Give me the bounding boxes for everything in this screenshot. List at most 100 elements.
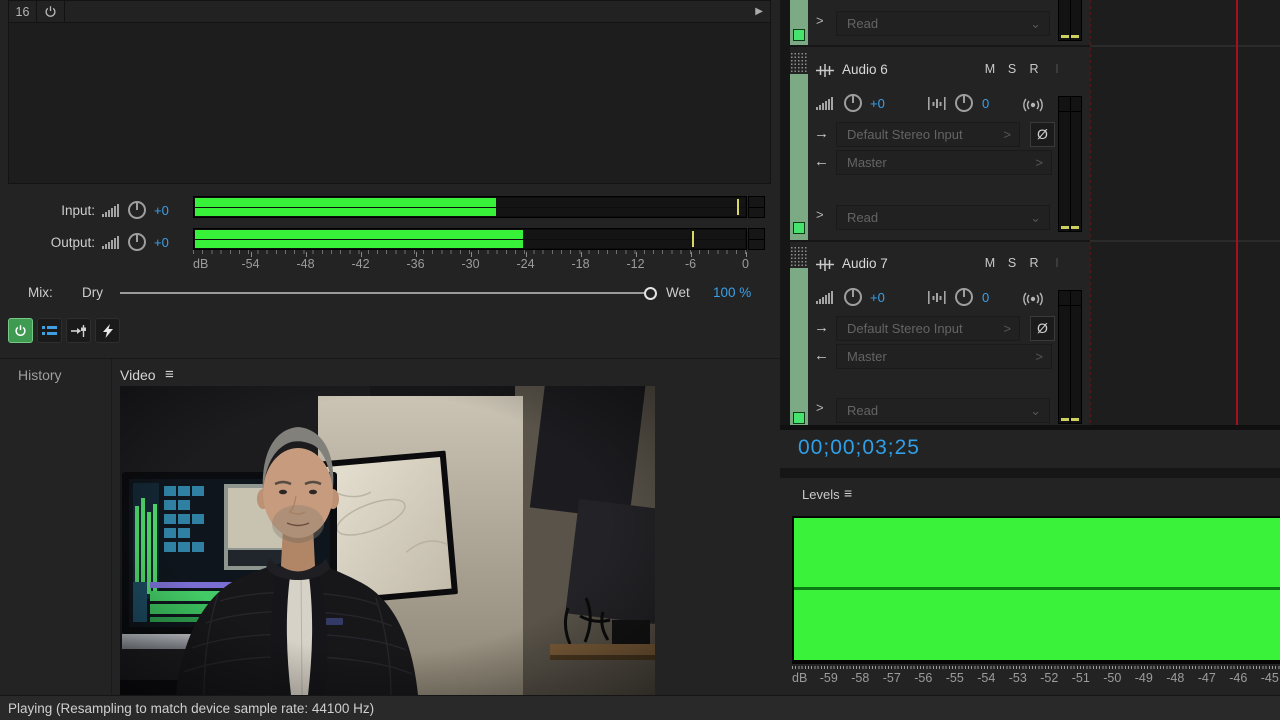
mute-button[interactable]: M bbox=[982, 62, 998, 76]
level-bars-icon bbox=[102, 236, 120, 249]
levels-panel-title[interactable]: Levels bbox=[802, 487, 840, 502]
meter-peak-dash bbox=[1061, 35, 1069, 38]
track-output-dropdown[interactable]: Master > bbox=[836, 344, 1052, 369]
presets-list-button[interactable] bbox=[37, 318, 62, 343]
video-panel-menu-icon[interactable]: ≡ bbox=[165, 366, 174, 383]
mix-wet-label: Wet bbox=[666, 285, 690, 300]
levels-panel: Levels ≡ dB -59 -58 -57 -56 -55 -54 -53 … bbox=[780, 478, 1280, 695]
track-output-dropdown[interactable]: Master > bbox=[836, 150, 1052, 175]
track-output-value: Master bbox=[847, 155, 887, 170]
track-color-strip[interactable] bbox=[790, 268, 808, 425]
pan-icon bbox=[928, 97, 946, 110]
no-input-monitor-button[interactable]: Ø bbox=[1030, 316, 1055, 341]
panel-divider bbox=[111, 359, 112, 696]
track-volume-knob[interactable] bbox=[842, 92, 864, 114]
effects-rack-slot-table: 16 ▶ bbox=[8, 0, 771, 184]
levels-meter-left-channel bbox=[794, 518, 1280, 587]
input-level-meter bbox=[193, 196, 747, 218]
track-input-dropdown[interactable]: Default Stereo Input > bbox=[836, 122, 1020, 147]
mix-amount-value[interactable]: 100 % bbox=[713, 285, 751, 300]
output-arrow-icon: ← bbox=[814, 154, 829, 169]
pan-icon bbox=[928, 291, 946, 304]
slot-power-button[interactable] bbox=[37, 1, 65, 22]
track-color-strip[interactable] bbox=[790, 74, 808, 240]
solo-button[interactable]: S bbox=[1004, 256, 1020, 270]
meter-db-scale: dB -54 -48 -42 -36 -30 -24 -18 -12 -6 0 bbox=[193, 257, 778, 272]
multitrack-panel: > Read ⌄ Audio 6 M S R I +0 bbox=[780, 0, 1280, 695]
monitor-speaker-icon[interactable] bbox=[1020, 98, 1046, 112]
track-pan-value[interactable]: 0 bbox=[982, 290, 989, 305]
slot-play-icon[interactable]: ▶ bbox=[755, 7, 763, 17]
video-preview[interactable] bbox=[120, 386, 655, 695]
arrow-fader-icon bbox=[70, 324, 87, 338]
output-gain-value[interactable]: +0 bbox=[154, 235, 169, 250]
track-header-partial: > Read ⌄ bbox=[780, 0, 1090, 45]
track-drag-handle[interactable] bbox=[790, 52, 808, 72]
level-bars-icon bbox=[816, 291, 834, 304]
output-level-meter bbox=[193, 228, 747, 250]
track-volume-value[interactable]: +0 bbox=[870, 96, 885, 111]
levels-panel-menu-icon[interactable]: ≡ bbox=[844, 485, 852, 501]
track-color-indicator bbox=[793, 29, 805, 41]
arm-record-button[interactable]: R bbox=[1026, 62, 1042, 76]
track-color-indicator bbox=[793, 222, 805, 234]
tab-video[interactable]: Video bbox=[120, 367, 156, 383]
input-gain-value[interactable]: +0 bbox=[154, 203, 169, 218]
chevron-right-icon: > bbox=[1003, 317, 1011, 340]
track-drag-handle[interactable] bbox=[790, 246, 808, 266]
track-level-meter bbox=[1058, 290, 1082, 424]
arm-record-button[interactable]: R bbox=[1026, 256, 1042, 270]
track-header-audio7: Audio 7 M S R I +0 0 → Default Stereo In… bbox=[780, 242, 1090, 425]
power-icon bbox=[44, 5, 57, 18]
monitor-input-button[interactable]: I bbox=[1049, 256, 1065, 270]
track-pan-knob[interactable] bbox=[953, 286, 975, 308]
automation-mode-dropdown[interactable]: Read ⌄ bbox=[836, 398, 1050, 423]
timecode-display[interactable]: 00;00;03;25 bbox=[798, 436, 920, 460]
track-volume-value[interactable]: +0 bbox=[870, 290, 885, 305]
meter-peak-dash bbox=[1061, 418, 1069, 421]
track-volume-knob[interactable] bbox=[842, 286, 864, 308]
timeline-area[interactable] bbox=[1090, 0, 1280, 427]
mix-slider-handle[interactable] bbox=[644, 287, 657, 300]
track-name[interactable]: Audio 6 bbox=[842, 62, 888, 77]
no-input-monitor-button[interactable]: Ø bbox=[1030, 122, 1055, 147]
levels-meter-right-channel bbox=[794, 590, 1280, 660]
automation-expand-icon[interactable]: > bbox=[816, 207, 824, 222]
automation-expand-icon[interactable]: > bbox=[816, 400, 824, 415]
track-input-value: Default Stereo Input bbox=[847, 127, 963, 142]
master-levels-meter[interactable] bbox=[792, 516, 1280, 664]
tab-history[interactable]: History bbox=[18, 367, 62, 383]
automation-mode-dropdown[interactable]: Read ⌄ bbox=[836, 11, 1050, 36]
track-name[interactable]: Audio 7 bbox=[842, 256, 888, 271]
monitor-speaker-icon[interactable] bbox=[1020, 292, 1046, 306]
process-effects-button[interactable] bbox=[95, 318, 120, 343]
chevron-right-icon: > bbox=[1035, 345, 1043, 368]
mix-slider-track[interactable] bbox=[120, 292, 650, 294]
input-arrow-icon: → bbox=[814, 126, 829, 141]
track-header-audio6: Audio 6 M S R I +0 0 → Default Stereo In… bbox=[780, 48, 1090, 240]
output-label: Output: bbox=[0, 235, 95, 250]
monitor-input-button[interactable]: I bbox=[1049, 62, 1065, 76]
timecode-panel: 00;00;03;25 bbox=[780, 430, 1280, 468]
track-input-value: Default Stereo Input bbox=[847, 321, 963, 336]
input-gain-knob[interactable] bbox=[126, 199, 148, 221]
waveform-track-icon bbox=[816, 258, 834, 271]
rack-power-button[interactable] bbox=[8, 318, 33, 343]
output-gain-knob[interactable] bbox=[126, 231, 148, 253]
automation-mode-dropdown[interactable]: Read ⌄ bbox=[836, 205, 1050, 230]
levels-tick-marks bbox=[792, 666, 1280, 669]
route-to-fader-button[interactable] bbox=[66, 318, 91, 343]
solo-button[interactable]: S bbox=[1004, 62, 1020, 76]
chevron-right-icon: > bbox=[1035, 151, 1043, 174]
mute-button[interactable]: M bbox=[982, 256, 998, 270]
track-divider bbox=[1090, 240, 1280, 242]
track-input-dropdown[interactable]: Default Stereo Input > bbox=[836, 316, 1020, 341]
automation-expand-icon[interactable]: > bbox=[816, 13, 824, 28]
playhead[interactable] bbox=[1236, 0, 1238, 427]
effects-rack-panel: 16 ▶ Input: +0 Output: bbox=[0, 0, 782, 358]
track-pan-knob[interactable] bbox=[953, 92, 975, 114]
track-pan-value[interactable]: 0 bbox=[982, 96, 989, 111]
slot-number: 16 bbox=[9, 1, 37, 22]
output-arrow-icon: ← bbox=[814, 348, 829, 363]
input-clip-indicator bbox=[748, 196, 765, 218]
